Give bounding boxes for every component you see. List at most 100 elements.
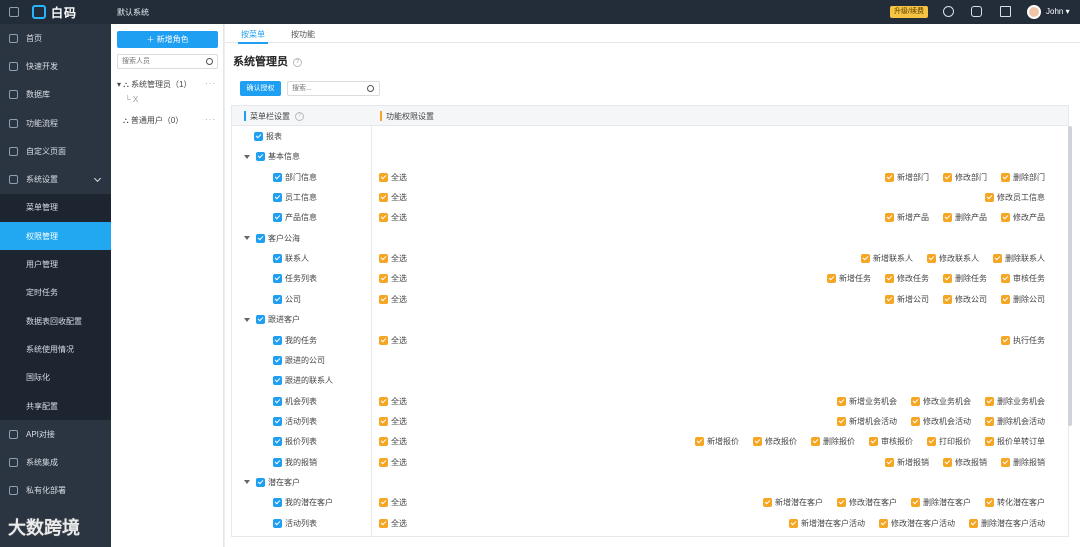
menu-label[interactable]: 机会列表 (273, 396, 317, 407)
permission-checkbox[interactable]: 删除报价 (811, 436, 855, 447)
permission-checkbox[interactable]: 修改机会活动 (911, 416, 971, 427)
menu-checkbox[interactable] (273, 213, 282, 223)
permission-checkbox[interactable]: 修改潜在客户 (837, 497, 897, 508)
menu-checkbox[interactable] (273, 274, 282, 284)
permission-checkbox[interactable]: 删除报销 (1001, 457, 1045, 468)
select-all-checkbox[interactable]: 全选 (379, 416, 407, 427)
member-search-input[interactable] (118, 55, 198, 68)
permission-checkbox[interactable]: 删除机会活动 (985, 416, 1045, 427)
collapse-caret-icon[interactable] (244, 154, 250, 159)
permission-checkbox[interactable]: 删除任务 (943, 273, 987, 284)
sidebar-subitem-3[interactable]: 定时任务 (0, 278, 111, 307)
permission-checkbox[interactable]: 新增机会活动 (837, 416, 897, 427)
menu-label[interactable]: 我的报销 (273, 457, 317, 468)
permission-search[interactable] (287, 81, 380, 96)
help-icon[interactable]: ? (295, 112, 304, 122)
permission-checkbox[interactable]: 修改报销 (943, 457, 987, 468)
help-book-icon[interactable] (1000, 6, 1011, 17)
permission-checkbox[interactable]: 删除产品 (943, 212, 987, 223)
menu-label[interactable]: 活动列表 (273, 416, 317, 427)
menu-checkbox[interactable] (273, 437, 282, 447)
sidebar-item-5[interactable]: 系统设置 (0, 165, 111, 193)
permission-checkbox[interactable]: 新增公司 (885, 294, 929, 305)
select-all-checkbox[interactable]: 全选 (379, 294, 407, 305)
menu-label[interactable]: 跟进的公司 (273, 355, 325, 366)
select-all-checkbox[interactable]: 全选 (379, 273, 407, 284)
permission-checkbox[interactable]: 审核任务 (1001, 273, 1045, 284)
app-grid-icon[interactable] (9, 7, 19, 17)
menu-label[interactable]: 报表 (254, 131, 282, 142)
permission-checkbox[interactable]: 打印报价 (927, 436, 971, 447)
select-all-checkbox[interactable]: 全选 (379, 192, 407, 203)
permission-checkbox[interactable]: 新增产品 (885, 212, 929, 223)
sidebar-subitem-0[interactable]: 菜单管理 (0, 193, 111, 223)
permission-checkbox[interactable]: 新增任务 (827, 273, 871, 284)
help-icon[interactable]: ? (293, 57, 302, 67)
menu-checkbox[interactable] (273, 518, 282, 528)
select-all-checkbox[interactable]: 全选 (379, 518, 407, 529)
confirm-authorize-button[interactable]: 确认授权 (240, 81, 281, 96)
sidebar-subitem-6[interactable]: 国际化 (0, 363, 111, 392)
menu-label[interactable]: 部门信息 (273, 172, 317, 183)
permission-checkbox[interactable]: 修改部门 (943, 172, 987, 183)
sidebar-subitem-2[interactable]: 用户管理 (0, 250, 111, 279)
menu-checkbox[interactable] (273, 457, 282, 467)
sidebar-subitem-7[interactable]: 共享配置 (0, 391, 111, 421)
add-role-button[interactable]: ＋ 新增角色 (117, 31, 218, 48)
search-icon[interactable] (206, 58, 213, 65)
menu-label[interactable]: 活动列表 (273, 518, 317, 529)
menu-checkbox[interactable] (273, 193, 282, 203)
permission-checkbox[interactable]: 新增联系人 (861, 253, 913, 264)
sidebar-subitem-5[interactable]: 系统使用情况 (0, 335, 111, 364)
menu-label[interactable]: 联系人 (273, 253, 309, 264)
menu-checkbox[interactable] (273, 416, 282, 426)
permission-checkbox[interactable]: 删除业务机会 (985, 396, 1045, 407)
permission-checkbox[interactable]: 修改产品 (1001, 212, 1045, 223)
role-normal[interactable]: ⛬ 普通用户（0） (123, 115, 183, 126)
select-all-checkbox[interactable]: 全选 (379, 253, 407, 264)
permission-checkbox[interactable]: 删除部门 (1001, 172, 1045, 183)
menu-label[interactable]: 任务列表 (273, 273, 317, 284)
permission-checkbox[interactable]: 新增报销 (885, 457, 929, 468)
permission-checkbox[interactable]: 修改业务机会 (911, 396, 971, 407)
avatar[interactable] (1027, 5, 1041, 19)
role-admin-child[interactable]: └ X (125, 95, 138, 104)
permission-checkbox[interactable]: 新增潜在客户活动 (789, 518, 865, 529)
permission-checkbox[interactable]: 修改报价 (753, 436, 797, 447)
menu-label[interactable]: 员工信息 (273, 192, 317, 203)
tab-by-function[interactable]: 按功能 (291, 29, 315, 40)
menu-label[interactable]: 跟进的联系人 (273, 375, 333, 386)
menu-checkbox[interactable] (256, 315, 265, 325)
permission-checkbox[interactable]: 删除公司 (1001, 294, 1045, 305)
collapse-caret-icon[interactable] (244, 317, 250, 322)
sidebar-item-0[interactable]: 首页 (0, 24, 111, 52)
permission-checkbox[interactable]: 删除潜在客户 (911, 497, 971, 508)
upgrade-button[interactable]: 升级/续费 (890, 6, 928, 18)
system-name[interactable]: 默认系统 (117, 7, 149, 18)
sidebar-item-1[interactable]: 快速开发 (0, 52, 111, 80)
menu-label[interactable]: 公司 (273, 294, 301, 305)
sidebar-item-2[interactable]: 数据库 (0, 81, 111, 109)
permission-checkbox[interactable]: 修改潜在客户活动 (879, 518, 955, 529)
menu-checkbox[interactable] (256, 477, 265, 487)
menu-checkbox[interactable] (256, 233, 265, 243)
permission-search-input[interactable] (288, 82, 362, 95)
select-all-checkbox[interactable]: 全选 (379, 172, 407, 183)
menu-checkbox[interactable] (254, 132, 263, 141)
menu-checkbox[interactable] (273, 294, 282, 304)
collapse-caret-icon[interactable] (244, 480, 250, 485)
member-search[interactable] (117, 54, 218, 69)
sidebar-item-4[interactable]: 自定义页面 (0, 137, 111, 165)
sidebar-subitem-1[interactable]: 权限管理 (0, 222, 111, 251)
select-all-checkbox[interactable]: 全选 (379, 396, 407, 407)
permission-checkbox[interactable]: 新增部门 (885, 172, 929, 183)
menu-label[interactable]: 我的任务 (273, 335, 317, 346)
menu-checkbox[interactable] (273, 335, 282, 345)
menu-checkbox[interactable] (273, 498, 282, 508)
select-all-checkbox[interactable]: 全选 (379, 436, 407, 447)
menu-label[interactable]: 我的潜在客户 (273, 497, 333, 508)
permission-checkbox[interactable]: 修改员工信息 (985, 192, 1045, 203)
search-icon[interactable] (367, 85, 374, 92)
role-admin[interactable]: ▾ ⛬ 系统管理员（1） (117, 79, 192, 90)
menu-label[interactable]: 报价列表 (273, 436, 317, 447)
